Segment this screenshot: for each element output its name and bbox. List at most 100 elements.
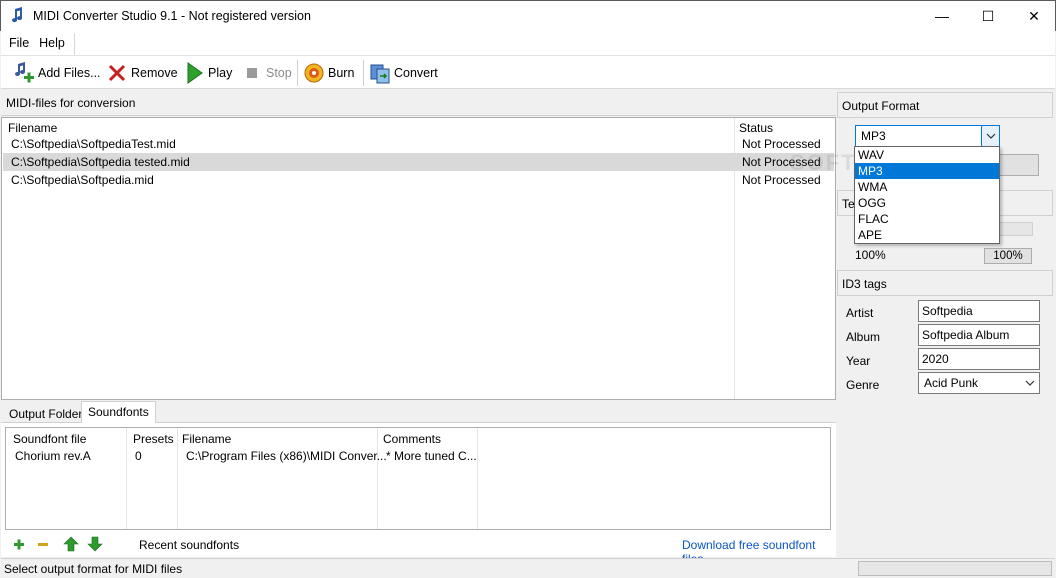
column-header-status[interactable]: Status — [739, 121, 773, 135]
close-icon: ✕ — [1028, 7, 1040, 24]
column-header-comments[interactable]: Comments — [383, 432, 441, 446]
title-bar: MIDI Converter Studio 9.1 - Not register… — [0, 0, 1056, 31]
toolbar: Add Files... Remove Play Stop Burn Conve… — [1, 56, 1055, 89]
format-option-mp3[interactable]: MP3 — [855, 163, 999, 179]
soundfont-filename-cell: C:\Program Files (x86)\MIDI Conver... — [186, 449, 387, 463]
tab-output-folder[interactable]: Output Folder — [3, 404, 88, 423]
year-value: 2020 — [922, 352, 949, 366]
midi-file-list[interactable]: Filename Status C:\Softpedia\SoftpediaTe… — [1, 117, 836, 400]
year-field[interactable]: 2020 — [918, 348, 1040, 370]
soundfonts-panel: Soundfont file Presets Filename Comments… — [1, 423, 836, 566]
play-button[interactable]: Play — [183, 60, 232, 86]
album-label: Album — [846, 330, 881, 344]
soundfont-comments-cell: * More tuned C... — [386, 449, 477, 463]
album-value: Softpedia Album — [922, 328, 1010, 342]
menu-file[interactable]: File — [4, 33, 34, 55]
convert-label: Convert — [394, 66, 438, 80]
year-label: Year — [846, 354, 871, 368]
format-option-flac[interactable]: FLAC — [855, 211, 999, 227]
row-status: Not Processed — [742, 137, 821, 151]
file-list-header: Filename Status — [2, 118, 835, 135]
add-files-button[interactable]: Add Files... — [13, 60, 101, 86]
convert-icon — [369, 62, 391, 84]
soundfont-presets-cell: 0 — [135, 449, 142, 463]
tempo-reset-button[interactable]: 100% — [984, 248, 1032, 264]
soundfont-file-cell: Chorium rev.A — [15, 449, 91, 463]
table-row[interactable]: C:\Softpedia\Softpedia.mid Not Processed — [3, 171, 834, 189]
column-header-presets[interactable]: Presets — [133, 432, 174, 446]
soundfont-list[interactable]: Soundfont file Presets Filename Comments… — [5, 427, 831, 530]
row-filename: C:\Softpedia\Softpedia.mid — [11, 173, 154, 187]
tab-soundfonts-label: Soundfonts — [88, 405, 149, 419]
minimize-icon: — — [935, 8, 949, 24]
remove-button[interactable]: Remove — [106, 60, 178, 86]
left-panel: MIDI-files for conversion Filename Statu… — [1, 90, 836, 566]
burn-button[interactable]: Burn — [303, 60, 354, 86]
bottom-tab-bar: Output Folder Soundfonts — [1, 401, 836, 423]
burn-disc-icon — [303, 62, 325, 84]
stop-button[interactable]: Stop — [241, 60, 292, 86]
tempo-reset-label: 100% — [993, 250, 1023, 262]
move-down-arrow-icon[interactable] — [87, 536, 103, 552]
menu-bar: File Help — [1, 31, 1055, 56]
column-header-filename[interactable]: Filename — [8, 121, 57, 135]
remove-soundfont-minus-icon[interactable] — [35, 536, 51, 552]
status-progress-bar — [858, 561, 1052, 576]
close-button[interactable]: ✕ — [1011, 1, 1056, 31]
tab-output-folder-label: Output Folder — [9, 407, 83, 421]
soundfont-toolbar: Recent soundfonts Download free soundfon… — [1, 533, 836, 566]
maximize-icon: ☐ — [981, 7, 995, 24]
artist-field[interactable]: Softpedia — [918, 300, 1040, 322]
minimize-button[interactable]: — — [919, 1, 965, 31]
files-panel-header: MIDI-files for conversion — [1, 90, 836, 116]
add-files-icon — [13, 62, 35, 84]
toolbar-separator — [363, 60, 364, 86]
menu-file-label: File — [9, 36, 30, 50]
format-option-wav[interactable]: WAV — [855, 147, 999, 163]
format-option-wma[interactable]: WMA — [855, 179, 999, 195]
output-format-dropdown[interactable]: WAV MP3 WMA OGG FLAC APE — [854, 146, 1000, 244]
toolbar-separator — [297, 60, 298, 86]
album-field[interactable]: Softpedia Album — [918, 324, 1040, 346]
column-header-sf-filename[interactable]: Filename — [182, 432, 231, 446]
menu-help-label: Help — [39, 36, 65, 50]
maximize-button[interactable]: ☐ — [965, 1, 1011, 31]
format-option-ogg[interactable]: OGG — [855, 195, 999, 211]
remove-label: Remove — [131, 66, 178, 80]
move-up-arrow-icon[interactable] — [63, 536, 79, 552]
add-files-label: Add Files... — [38, 66, 101, 80]
files-panel-title: MIDI-files for conversion — [6, 96, 136, 110]
menu-help[interactable]: Help — [34, 33, 70, 55]
output-format-selected: MP3 — [861, 129, 886, 143]
burn-label: Burn — [328, 66, 355, 80]
id3-title: ID3 tags — [842, 277, 887, 291]
tempo-title: Te — [842, 197, 855, 211]
status-text: Select output format for MIDI files — [4, 562, 183, 576]
table-row[interactable]: C:\Softpedia\SoftpediaTest.mid Not Proce… — [3, 135, 834, 153]
chevron-down-icon — [1021, 373, 1039, 393]
format-option-ape[interactable]: APE — [855, 227, 999, 243]
genre-value: Acid Punk — [924, 376, 979, 390]
app-music-note-icon — [9, 7, 25, 25]
artist-label: Artist — [846, 306, 874, 320]
output-format-title: Output Format — [842, 99, 920, 113]
table-row-selected[interactable]: C:\Softpedia\Softpedia tested.mid Not Pr… — [3, 153, 834, 171]
output-format-header: Output Format — [837, 92, 1053, 118]
stop-icon — [241, 62, 263, 84]
status-bar: Select output format for MIDI files — [1, 558, 1055, 577]
output-format-select[interactable]: MP3 — [855, 125, 1000, 147]
chevron-down-icon — [981, 126, 999, 146]
convert-button[interactable]: Convert — [369, 60, 438, 86]
row-filename: C:\Softpedia\Softpedia tested.mid — [11, 155, 190, 169]
add-soundfont-plus-icon[interactable] — [11, 536, 27, 552]
column-header-soundfont-file[interactable]: Soundfont file — [13, 432, 86, 446]
recent-soundfonts-button[interactable]: Recent soundfonts — [139, 538, 239, 552]
artist-value: Softpedia — [922, 304, 973, 318]
genre-select[interactable]: Acid Punk — [918, 372, 1040, 394]
tab-soundfonts[interactable]: Soundfonts — [81, 401, 156, 423]
genre-label: Genre — [846, 378, 880, 392]
row-filename: C:\Softpedia\SoftpediaTest.mid — [11, 137, 176, 151]
id3-header: ID3 tags — [837, 270, 1053, 296]
window-title: MIDI Converter Studio 9.1 - Not register… — [33, 9, 311, 23]
play-label: Play — [208, 66, 233, 80]
